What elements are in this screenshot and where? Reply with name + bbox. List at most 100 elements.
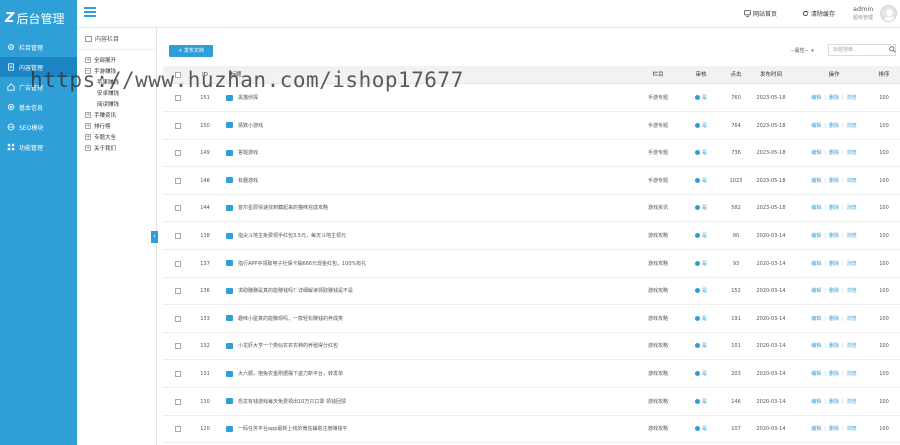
- delete-link[interactable]: 删除: [829, 123, 839, 129]
- row-title[interactable]: 指尖斗地主免费领手红包3.5元，每天斗地主领元: [226, 223, 606, 250]
- row-title-text[interactable]: 猜数小游戏: [238, 123, 263, 129]
- expand-icon[interactable]: +: [85, 133, 91, 140]
- row-checkbox[interactable]: [175, 122, 181, 129]
- edit-link[interactable]: 编辑: [811, 343, 821, 349]
- row-title[interactable]: 一码任务平台app最新上线的微信辅助注册赚钱平: [226, 416, 606, 443]
- delete-link[interactable]: 删除: [829, 371, 839, 377]
- row-audit[interactable]: 是: [689, 113, 713, 140]
- nav-item-0[interactable]: 栏目管理: [0, 37, 77, 57]
- edit-link[interactable]: 编辑: [811, 150, 821, 156]
- add-document-button[interactable]: + 发布文档: [169, 45, 213, 57]
- edit-link[interactable]: 编辑: [811, 205, 821, 211]
- expand-icon[interactable]: +: [85, 56, 91, 63]
- row-checkbox[interactable]: [175, 398, 181, 405]
- row-title-text[interactable]: 首尔星辰快速找到藏起来的猫咪完成攻略: [238, 205, 328, 211]
- row-title-text[interactable]: 指尖斗地主免费领手红包3.5元，每天斗地主领元: [238, 233, 346, 239]
- delete-link[interactable]: 删除: [829, 95, 839, 101]
- delete-link[interactable]: 删除: [829, 288, 839, 294]
- delete-link[interactable]: 删除: [829, 233, 839, 239]
- row-checkbox[interactable]: [175, 288, 181, 295]
- avatar[interactable]: [880, 5, 897, 22]
- edit-link[interactable]: 编辑: [811, 316, 821, 322]
- expand-icon[interactable]: +: [85, 111, 91, 118]
- preview-link[interactable]: 浏览: [847, 371, 857, 377]
- edit-link[interactable]: 编辑: [811, 371, 821, 377]
- attribute-select[interactable]: --属性-- ▾: [788, 45, 826, 56]
- row-checkbox[interactable]: [175, 177, 181, 184]
- row-title[interactable]: 猜数小游戏: [226, 113, 606, 140]
- preview-link[interactable]: 浏览: [847, 95, 857, 101]
- tree-item-5[interactable]: + 手赚资讯: [77, 109, 156, 120]
- row-audit[interactable]: 是: [689, 168, 713, 195]
- row-checkbox[interactable]: [175, 315, 181, 322]
- collapse-tree-button[interactable]: ‹: [151, 231, 158, 243]
- search-icon[interactable]: [889, 46, 896, 53]
- clear-cache-link[interactable]: 清除缓存: [802, 9, 835, 18]
- row-title-text[interactable]: 恐龙有钱游戏每天免费领出10万只口罩 领钱回馈: [238, 399, 346, 405]
- row-audit[interactable]: 是: [689, 140, 713, 167]
- row-checkbox[interactable]: [175, 95, 181, 101]
- preview-link[interactable]: 浏览: [847, 316, 857, 322]
- preview-link[interactable]: 浏览: [847, 261, 857, 267]
- row-title-text[interactable]: 小龙虾大亨一个类似农农农种的养殖得分红包: [238, 343, 338, 349]
- tree-item-4[interactable]: 阅读赚钱: [77, 98, 156, 109]
- row-audit[interactable]: 是: [689, 251, 713, 278]
- row-title-text[interactable]: 趣味小屋真的能赚现吗，一款轻松赚钱的养成类: [238, 316, 343, 322]
- row-title-text[interactable]: 一码任务平台app最新上线的微信辅助注册赚钱平: [238, 426, 347, 432]
- row-checkbox[interactable]: [175, 150, 181, 157]
- row-title-text[interactable]: 答题游戏: [238, 150, 258, 156]
- row-title[interactable]: 答题游戏: [226, 140, 606, 167]
- row-title[interactable]: 指行APP中领取电子社保卡抽666元现金红包，100%有礼: [226, 251, 606, 278]
- row-checkbox[interactable]: [175, 426, 181, 433]
- row-title-text[interactable]: 黑猫侦探: [238, 95, 258, 101]
- row-audit[interactable]: 是: [689, 333, 713, 360]
- delete-link[interactable]: 删除: [829, 316, 839, 322]
- row-title-text[interactable]: 有趣游戏: [238, 178, 258, 184]
- edit-link[interactable]: 编辑: [811, 399, 821, 405]
- row-audit[interactable]: 是: [689, 85, 713, 112]
- row-title[interactable]: 大六顺，抱兔农金刚据摆下盗力新平台，转发单: [226, 361, 606, 388]
- preview-link[interactable]: 浏览: [847, 233, 857, 239]
- delete-link[interactable]: 删除: [829, 399, 839, 405]
- preview-link[interactable]: 浏览: [847, 343, 857, 349]
- row-title[interactable]: 求助赚赚是真的能赚钱吗？详细解读领取赚钱是不是: [226, 278, 606, 305]
- delete-link[interactable]: 删除: [829, 261, 839, 267]
- tree-item-6[interactable]: + 排行榜: [77, 120, 156, 131]
- edit-link[interactable]: 编辑: [811, 233, 821, 239]
- delete-link[interactable]: 删除: [829, 343, 839, 349]
- preview-link[interactable]: 浏览: [847, 150, 857, 156]
- row-audit[interactable]: 是: [689, 361, 713, 388]
- row-title[interactable]: 有趣游戏: [226, 168, 606, 195]
- preview-link[interactable]: 浏览: [847, 205, 857, 211]
- expand-icon[interactable]: +: [85, 122, 91, 129]
- menu-toggle-icon[interactable]: [84, 7, 96, 17]
- row-title-text[interactable]: 指行APP中领取电子社保卡抽666元现金红包，100%有礼: [238, 261, 366, 267]
- delete-link[interactable]: 删除: [829, 205, 839, 211]
- delete-link[interactable]: 删除: [829, 178, 839, 184]
- edit-link[interactable]: 编辑: [811, 178, 821, 184]
- tree-item-0[interactable]: + 全部展开: [77, 54, 156, 65]
- row-title-text[interactable]: 大六顺，抱兔农金刚据摆下盗力新平台，转发单: [238, 371, 343, 377]
- delete-link[interactable]: 删除: [829, 426, 839, 432]
- row-title[interactable]: 小龙虾大亨一个类似农农农种的养殖得分红包: [226, 333, 606, 360]
- row-checkbox[interactable]: [175, 343, 181, 350]
- preview-link[interactable]: 浏览: [847, 178, 857, 184]
- row-audit[interactable]: 是: [689, 306, 713, 333]
- edit-link[interactable]: 编辑: [811, 426, 821, 432]
- tree-item-7[interactable]: + 专题大全: [77, 131, 156, 142]
- row-checkbox[interactable]: [175, 260, 181, 267]
- edit-link[interactable]: 编辑: [811, 288, 821, 294]
- site-home-link[interactable]: 网站首页: [744, 9, 777, 18]
- row-checkbox[interactable]: [175, 371, 181, 377]
- preview-link[interactable]: 浏览: [847, 426, 857, 432]
- preview-link[interactable]: 浏览: [847, 288, 857, 294]
- nav-item-4[interactable]: SEO模块: [0, 117, 77, 137]
- row-title[interactable]: 恐龙有钱游戏每天免费领出10万只口罩 领钱回馈: [226, 389, 606, 416]
- preview-link[interactable]: 浏览: [847, 399, 857, 405]
- edit-link[interactable]: 编辑: [811, 95, 821, 101]
- row-checkbox[interactable]: [175, 205, 181, 212]
- row-title[interactable]: 首尔星辰快速找到藏起来的猫咪完成攻略: [226, 195, 606, 222]
- preview-link[interactable]: 浏览: [847, 123, 857, 129]
- user-name[interactable]: admin: [853, 5, 873, 13]
- row-title[interactable]: 趣味小屋真的能赚现吗，一款轻松赚钱的养成类: [226, 306, 606, 333]
